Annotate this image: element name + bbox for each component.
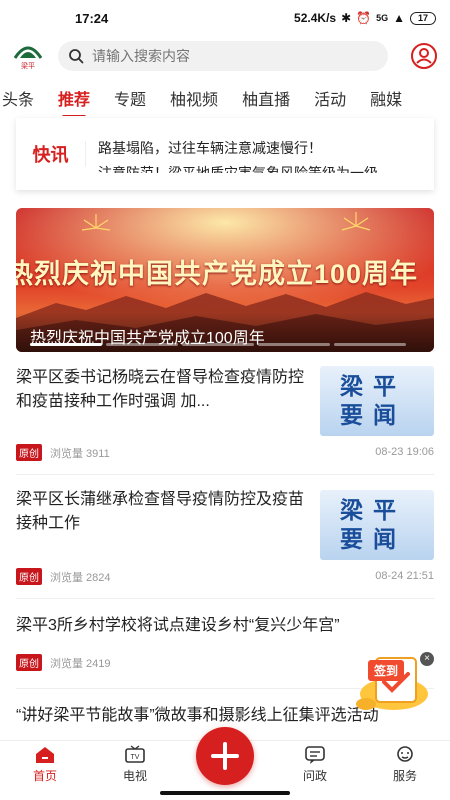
divider: [16, 474, 434, 475]
close-icon[interactable]: ×: [420, 652, 434, 666]
original-badge: 原创: [16, 568, 42, 585]
home-icon: [36, 747, 54, 763]
thumbnail-text: 梁平要闻: [340, 373, 406, 428]
tab-zhuanti[interactable]: 专题: [102, 86, 158, 110]
bluetooth-icon: ✱: [341, 11, 352, 25]
status-indicators: 52.4K/s ✱ ⏰ 5G ▲ 17: [294, 11, 436, 25]
plus-icon: [211, 742, 239, 770]
carousel-dot[interactable]: [258, 343, 330, 346]
search-icon: [69, 49, 84, 64]
alarm-icon: ⏰: [356, 11, 372, 25]
nav-label: 电视: [122, 769, 147, 783]
home-indicator: [160, 791, 290, 795]
news-item[interactable]: 梁平区长蒲继承检查督导疫情防控及疫苗接种工作 梁平要闻 原创 浏览量 2824 …: [16, 488, 434, 585]
tv-icon: TV: [125, 745, 145, 763]
tab-youshipin[interactable]: 柚视频: [158, 86, 230, 110]
news-title[interactable]: 梁平区委书记杨晓云在督导检查疫情防控和疫苗接种工作时强调 加...: [16, 366, 306, 414]
news-meta: 原创 浏览量 2419: [16, 654, 111, 671]
tab-tuijian[interactable]: 推荐: [46, 86, 102, 116]
flash-news-card[interactable]: 快讯 路基塌陷，过往车辆注意减速慢行！ 注意防范！梁平地质灾害气象风险等级为一级: [16, 118, 434, 190]
nav-wenzheng[interactable]: 问政: [270, 741, 360, 788]
category-tabs: 头条 推荐 专题 柚视频 柚直播 活动 融媒: [0, 80, 450, 116]
header: 梁平: [0, 36, 450, 76]
news-item[interactable]: 梁平区委书记杨晓云在督导检查疫情防控和疫苗接种工作时强调 加... 梁平要闻 原…: [16, 366, 434, 462]
news-date: 08-23 19:06: [375, 446, 434, 458]
status-bar: 17:24 52.4K/s ✱ ⏰ 5G ▲ 17: [0, 0, 450, 36]
carousel-indicators: [30, 343, 406, 346]
news-title[interactable]: 梁平区长蒲继承检查督导疫情防控及疫苗接种工作: [16, 488, 306, 536]
publish-button[interactable]: [196, 727, 254, 785]
view-count: 浏览量 2824: [50, 571, 111, 584]
nav-label: 首页: [32, 769, 57, 783]
status-time: 17:24: [75, 10, 109, 26]
flash-label: 快讯: [16, 141, 86, 167]
nav-home[interactable]: 首页: [0, 741, 90, 788]
flash-line[interactable]: 注意防范！梁平地质灾害气象风险等级为一级: [98, 161, 378, 173]
flash-line[interactable]: 路基塌陷，过往车辆注意减速慢行！: [98, 135, 378, 161]
search-input[interactable]: [92, 48, 372, 64]
nav-label: 问政: [302, 769, 327, 783]
news-thumbnail[interactable]: 梁平要闻: [320, 490, 434, 560]
news-date: 08-24 21:51: [375, 570, 434, 582]
svg-text:TV: TV: [131, 754, 140, 761]
view-count: 浏览量 3911: [50, 447, 110, 460]
divider: [16, 598, 434, 599]
original-badge: 原创: [16, 444, 42, 461]
news-thumbnail[interactable]: 梁平要闻: [320, 366, 434, 436]
carousel-dot[interactable]: [182, 343, 254, 346]
news-title[interactable]: 梁平3所乡村学校将试点建设乡村“复兴少年宫”: [16, 614, 434, 638]
app-logo[interactable]: 梁平: [12, 40, 44, 72]
flash-ticker: 路基塌陷，过往车辆注意减速慢行！ 注意防范！梁平地质灾害气象风险等级为一级: [86, 135, 378, 173]
banner-carousel[interactable]: 热烈庆祝中国共产党成立100周年 热烈庆祝中国共产党成立100周年: [16, 208, 434, 352]
tab-huodong[interactable]: 活动: [302, 86, 358, 110]
signal-label: 5G: [376, 13, 389, 23]
message-icon: [305, 746, 325, 764]
tab-toutiao[interactable]: 头条: [0, 86, 46, 110]
network-speed: 52.4K/s: [294, 11, 337, 25]
nav-tv[interactable]: TV 电视: [90, 741, 180, 788]
search-bar[interactable]: [58, 41, 388, 71]
view-count: 浏览量 2419: [50, 657, 111, 670]
carousel-dot[interactable]: [334, 343, 406, 346]
sign-in-widget[interactable]: 签到 ×: [354, 650, 434, 714]
sign-in-label: 签到: [368, 660, 405, 681]
logo-mark-icon: [13, 46, 43, 59]
nav-label: 服务: [392, 769, 417, 783]
news-meta: 原创 浏览量 2824: [16, 568, 111, 585]
banner-caption: 热烈庆祝中国共产党成立100周年: [16, 312, 434, 352]
original-badge: 原创: [16, 654, 42, 671]
battery-icon: 17: [410, 11, 436, 25]
banner-headline: 热烈庆祝中国共产党成立100周年: [16, 259, 419, 289]
wifi-icon: ▲: [393, 11, 405, 25]
tab-youzhibo[interactable]: 柚直播: [230, 86, 302, 110]
thumbnail-text: 梁平要闻: [340, 497, 406, 552]
carousel-dot[interactable]: [30, 343, 102, 346]
nav-service[interactable]: 服务: [360, 741, 450, 788]
carousel-dot[interactable]: [106, 343, 178, 346]
service-icon: [397, 746, 413, 762]
user-profile-icon[interactable]: [410, 42, 438, 70]
logo-text: 梁平: [21, 62, 35, 70]
news-meta: 原创 浏览量 3911: [16, 444, 110, 461]
tab-rongmei[interactable]: 融媒: [358, 86, 414, 110]
